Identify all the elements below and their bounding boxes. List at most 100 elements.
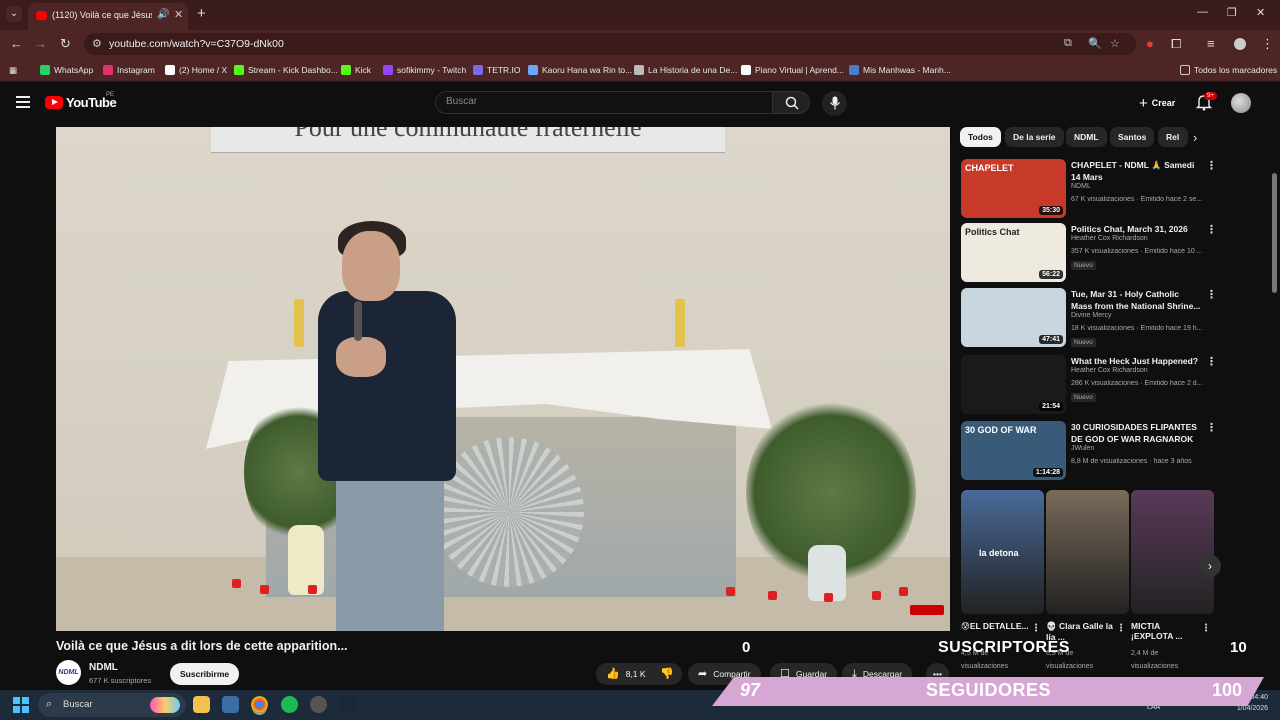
scrollbar[interactable]	[1272, 173, 1277, 293]
media-control-icon[interactable]: ≡	[1207, 36, 1215, 51]
file-explorer-icon[interactable]	[193, 696, 210, 713]
video-thumbnail[interactable]: CHAPELET 35:30	[961, 159, 1066, 218]
video-title[interactable]: Politics Chat, March 31, 2026	[1071, 223, 1201, 235]
tab-search-chevron-icon[interactable]: ⌄	[6, 6, 22, 22]
youtube-watermark-icon[interactable]	[910, 605, 944, 615]
video-title[interactable]: Tue, Mar 31 - Holy Catholic Mass from th…	[1071, 288, 1201, 312]
bookmark-item[interactable]: TETR.IO	[473, 63, 521, 77]
browser-tab-active[interactable]: (1120) Voilà ce que Jésus a dit 🔊 ✕	[28, 3, 188, 30]
steam-icon[interactable]	[339, 696, 356, 713]
extensions-puzzle-icon[interactable]: ⧠	[1171, 36, 1181, 52]
obs-icon[interactable]	[310, 696, 327, 713]
channel-avatar[interactable]: NDML	[56, 660, 81, 685]
more-options-icon[interactable]: ⋮	[1116, 623, 1126, 634]
clock-date[interactable]: 1/04/2026	[1228, 705, 1268, 712]
create-button[interactable]: + Crear	[1131, 91, 1183, 115]
chevron-right-icon[interactable]: ›	[1193, 130, 1197, 145]
menu-hamburger-icon[interactable]	[16, 96, 30, 111]
bookmark-item[interactable]: Stream - Kick Dashbo...	[234, 63, 338, 77]
channel-name[interactable]: JWulen	[1071, 445, 1094, 452]
video-meta: 8,8 M de visualizaciones · hace 3 años	[1071, 458, 1192, 465]
site-info-icon[interactable]: ⚙	[92, 37, 102, 50]
channel-name[interactable]: Heather Cox Richardson	[1071, 235, 1148, 242]
video-thumbnail[interactable]: 30 GOD OF WAR 1:14:28	[961, 421, 1066, 480]
search-input[interactable]	[446, 96, 746, 107]
bookmark-item[interactable]: Kaoru Hana wa Rin to...	[528, 63, 632, 77]
bookmark-item[interactable]: WhatsApp	[40, 63, 93, 77]
extension-badge-icon[interactable]: ●	[1146, 36, 1154, 51]
more-options-icon[interactable]: ⋮	[1206, 288, 1217, 301]
chrome-icon[interactable]	[251, 696, 268, 713]
restore-icon[interactable]: ❐	[1227, 6, 1237, 19]
back-arrow-icon[interactable]: ←	[10, 36, 23, 51]
recommended-video[interactable]: 21:54 What the Heck Just Happened? Heather…	[961, 355, 1217, 415]
settings-gear-icon[interactable]	[222, 696, 239, 713]
video-title[interactable]: What the Heck Just Happened?	[1071, 355, 1201, 367]
short-title[interactable]: 😰EL DETALLE...	[961, 621, 1031, 632]
video-title[interactable]: 30 CURIOSIDADES FLIPANTES DE GOD OF WAR …	[1071, 421, 1201, 445]
video-thumbnail[interactable]: 47:41	[961, 288, 1066, 347]
forward-arrow-icon[interactable]: →	[34, 36, 47, 51]
apps-grid-icon[interactable]: ▦	[9, 63, 17, 77]
new-tab-plus-icon[interactable]: +	[197, 5, 206, 22]
short-thumbnail[interactable]	[1046, 490, 1129, 614]
taskbar-search[interactable]: ⌕ Buscar	[38, 693, 186, 717]
youtube-page: YouTube PE +Crear 9+ Pour une communauté…	[0, 83, 1280, 690]
shorts-next-button[interactable]: ›	[1199, 555, 1221, 577]
bookmark-star-icon[interactable]: ☆	[1110, 37, 1120, 50]
recommended-video[interactable]: Politics Chat 56:22 Politics Chat, March 3…	[961, 223, 1217, 283]
spotify-icon[interactable]	[281, 696, 298, 713]
video-duration: 47:41	[1039, 335, 1063, 344]
short-thumbnail[interactable]: la detona	[961, 490, 1044, 614]
subscribe-button[interactable]: Suscribirme	[170, 663, 240, 685]
more-options-icon[interactable]: ⋮	[1206, 159, 1217, 172]
like-button[interactable]: 👍 8,1 K	[596, 663, 654, 685]
profile-avatar[interactable]	[1234, 38, 1246, 50]
more-options-icon[interactable]: ⋮	[1201, 623, 1211, 634]
filter-chip[interactable]: Santos	[1110, 127, 1155, 147]
video-thumbnail[interactable]: 21:54	[961, 355, 1066, 414]
bookmark-item[interactable]: Instagram	[103, 63, 155, 77]
bookmark-item[interactable]: Piano Virtual | Aprend...	[741, 63, 844, 77]
browser-menu-icon[interactable]: ⋮	[1261, 36, 1274, 52]
address-bar[interactable]: ⚙ youtube.com/watch?v=C37O9-dNk00 ⧉ 🔍 ☆	[84, 33, 1136, 55]
voice-search-button[interactable]	[822, 91, 847, 116]
bookmark-favicon-icon	[341, 65, 351, 75]
more-options-icon[interactable]: ⋮	[1206, 355, 1217, 368]
dislike-button[interactable]: 👎	[652, 663, 682, 685]
more-options-icon[interactable]: ⋮	[1206, 223, 1217, 236]
reload-icon[interactable]: ↻	[60, 36, 71, 52]
install-app-icon[interactable]: ⧉	[1064, 37, 1072, 50]
channel-name[interactable]: NDML	[1071, 183, 1091, 190]
speaker-icon[interactable]: 🔊	[157, 9, 169, 20]
bookmark-item[interactable]: (2) Home / X	[165, 63, 227, 77]
filter-chip[interactable]: De la serie	[1005, 127, 1064, 147]
bookmark-item[interactable]: La Historia de una De...	[634, 63, 737, 77]
recommended-video[interactable]: 47:41 Tue, Mar 31 - Holy Catholic Mass fr…	[961, 288, 1217, 348]
video-thumbnail[interactable]: Politics Chat 56:22	[961, 223, 1066, 282]
channel-name[interactable]: NDML	[89, 662, 118, 673]
zoom-icon[interactable]: 🔍	[1088, 37, 1102, 50]
more-options-icon[interactable]: ⋮	[1206, 421, 1217, 434]
channel-name[interactable]: Divine Mercy	[1071, 312, 1111, 319]
window-close-icon[interactable]: ✕	[1256, 6, 1265, 19]
user-avatar[interactable]	[1231, 93, 1251, 113]
recommended-video[interactable]: CHAPELET 35:30 CHAPELET - NDML 🙏 Samedi 14…	[961, 159, 1217, 219]
all-bookmarks-folder[interactable]: Todos los marcadores	[1180, 63, 1277, 77]
short-thumbnail[interactable]	[1131, 490, 1214, 614]
video-title[interactable]: CHAPELET - NDML 🙏 Samedi 14 Mars	[1071, 159, 1201, 183]
minimize-icon[interactable]: —	[1197, 6, 1208, 18]
bookmark-item[interactable]: Mis Manhwas - Manh...	[849, 63, 951, 77]
bookmark-item[interactable]: sofikimmy - Twitch	[383, 63, 466, 77]
windows-start-icon[interactable]	[13, 697, 29, 713]
filter-chip[interactable]: Rel	[1158, 127, 1188, 147]
search-button[interactable]	[772, 91, 810, 114]
filter-chip[interactable]: NDML	[1066, 127, 1107, 147]
more-options-icon[interactable]: ⋮	[1031, 623, 1041, 634]
channel-name[interactable]: Heather Cox Richardson	[1071, 367, 1148, 374]
close-tab-icon[interactable]: ✕	[174, 8, 183, 21]
recommended-video[interactable]: 30 GOD OF WAR 1:14:28 30 CURIOSIDADES FLIP…	[961, 421, 1217, 481]
video-player[interactable]: Pour une communauté fraternelle	[56, 127, 950, 631]
filter-chip[interactable]: Todos	[960, 127, 1001, 147]
bookmark-item[interactable]: Kick	[341, 63, 371, 77]
